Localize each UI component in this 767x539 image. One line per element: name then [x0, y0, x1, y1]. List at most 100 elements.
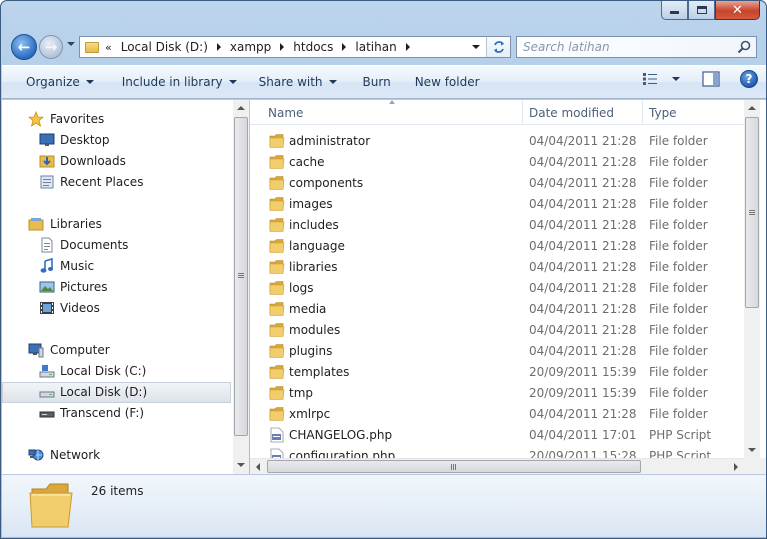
column-type[interactable]: Type: [643, 100, 744, 125]
nav-item-label: Music: [60, 259, 95, 273]
breadcrumb-arrow-icon[interactable]: [342, 43, 347, 51]
maximize-icon: [696, 6, 707, 14]
maximize-button[interactable]: [688, 1, 715, 20]
minimize-button[interactable]: [661, 1, 688, 20]
search-box[interactable]: [516, 36, 757, 58]
minimize-icon: [670, 11, 679, 14]
help-icon[interactable]: ?: [740, 70, 758, 88]
new-folder-button[interactable]: New folder: [405, 69, 490, 95]
grip-icon: [451, 464, 452, 470]
php-file-icon: [270, 427, 284, 443]
column-name[interactable]: Name: [262, 100, 523, 125]
file-date-modified: 04/04/2011 21:28: [529, 218, 637, 232]
file-type: File folder: [649, 323, 708, 337]
preview-pane-icon[interactable]: [702, 71, 720, 87]
search-input[interactable]: [523, 40, 733, 54]
refresh-button[interactable]: [486, 37, 510, 57]
scrollbar-thumb[interactable]: [745, 117, 759, 308]
breadcrumb-label: latihan: [355, 40, 397, 54]
file-row[interactable]: templates 20/09/2011 15:39 File folder: [250, 362, 744, 383]
command-bar: Organize Include in library Share with B…: [2, 65, 766, 99]
file-type: File folder: [649, 134, 708, 148]
scroll-right-icon[interactable]: [734, 463, 738, 471]
music-icon: [40, 258, 53, 273]
scroll-up-icon[interactable]: [748, 106, 756, 110]
burn-button[interactable]: Burn: [353, 69, 401, 95]
back-button[interactable]: ←: [11, 34, 37, 60]
caption-buttons: ✕: [661, 1, 760, 21]
nav-item-downloads[interactable]: Downloads: [2, 151, 231, 172]
nav-item-local-disk-d[interactable]: Local Disk (D:): [2, 382, 231, 403]
column-date-modified[interactable]: Date modified: [523, 100, 643, 125]
overflow-chevron[interactable]: «: [105, 41, 112, 54]
scroll-down-icon[interactable]: [748, 448, 756, 452]
scroll-up-icon[interactable]: [237, 106, 245, 110]
breadcrumb-item[interactable]: htdocs: [293, 40, 347, 54]
file-type: File folder: [649, 365, 708, 379]
nav-item-music[interactable]: Music: [2, 256, 231, 277]
close-button[interactable]: ✕: [715, 1, 760, 20]
scroll-left-icon[interactable]: [256, 463, 260, 471]
nav-item-desktop[interactable]: Desktop: [2, 130, 231, 151]
organize-menu[interactable]: Organize: [16, 69, 104, 95]
nav-computer[interactable]: Computer: [2, 340, 231, 361]
file-type: File folder: [649, 386, 708, 400]
file-row[interactable]: media 04/04/2011 21:28 File folder: [250, 299, 744, 320]
file-type: File folder: [649, 407, 708, 421]
file-row[interactable]: libraries 04/04/2011 21:28 File folder: [250, 257, 744, 278]
file-row[interactable]: language 04/04/2011 21:28 File folder: [250, 236, 744, 257]
file-list-scrollbar[interactable]: [744, 100, 760, 458]
navigation-scrollbar[interactable]: [233, 100, 249, 474]
nav-item-recent-places[interactable]: Recent Places: [2, 172, 231, 193]
file-row[interactable]: logs 04/04/2011 21:28 File folder: [250, 278, 744, 299]
nav-item-local-disk-c[interactable]: Local Disk (C:): [2, 361, 231, 382]
breadcrumb-arrow-icon[interactable]: [280, 43, 285, 51]
horizontal-scrollbar[interactable]: [250, 458, 744, 474]
breadcrumb-arrow-icon[interactable]: [216, 43, 221, 51]
file-date-modified: 04/04/2011 21:28: [529, 197, 637, 211]
breadcrumb-item[interactable]: Local Disk (D:): [121, 40, 221, 54]
file-row[interactable]: plugins 04/04/2011 21:28 File folder: [250, 341, 744, 362]
share-with-menu[interactable]: Share with: [249, 69, 347, 95]
arrow-left-icon: ←: [17, 37, 31, 56]
change-view-button[interactable]: [642, 72, 680, 86]
arrow-right-icon: →: [44, 37, 58, 56]
file-row[interactable]: cache 04/04/2011 21:28 File folder: [250, 152, 744, 173]
breadcrumb-item[interactable]: xampp: [230, 40, 285, 54]
close-icon: ✕: [732, 2, 743, 18]
file-row[interactable]: components 04/04/2011 21:28 File folder: [250, 173, 744, 194]
scrollbar-thumb[interactable]: [234, 117, 248, 436]
file-name: components: [289, 176, 364, 190]
scroll-down-icon[interactable]: [237, 463, 245, 467]
nav-item-transcend-f[interactable]: Transcend (F:): [2, 403, 231, 424]
nav-item-pictures[interactable]: Pictures: [2, 277, 231, 298]
navigation-bar: ← → « Local Disk (D:) xampp htdocs latih…: [1, 29, 766, 63]
recent-pages-dropdown[interactable]: [67, 42, 75, 46]
file-row[interactable]: administrator 04/04/2011 21:28 File folder: [250, 131, 744, 152]
file-row[interactable]: tmp 20/09/2011 15:39 File folder: [250, 383, 744, 404]
nav-item-videos[interactable]: Videos: [2, 298, 231, 319]
nav-libraries[interactable]: Libraries: [2, 214, 231, 235]
include-in-library-menu[interactable]: Include in library: [112, 69, 247, 95]
file-row[interactable]: includes 04/04/2011 21:28 File folder: [250, 215, 744, 236]
scrollbar-thumb[interactable]: [267, 460, 641, 473]
forward-button[interactable]: →: [39, 35, 63, 59]
file-row[interactable]: xmlrpc 04/04/2011 21:28 File folder: [250, 404, 744, 425]
address-history-dropdown[interactable]: [472, 45, 480, 49]
file-row[interactable]: modules 04/04/2011 21:28 File folder: [250, 320, 744, 341]
file-row[interactable]: images 04/04/2011 21:28 File folder: [250, 194, 744, 215]
grip-icon: [749, 210, 755, 211]
nav-favorites[interactable]: Favorites: [2, 109, 231, 130]
file-type: File folder: [649, 155, 708, 169]
address-bar[interactable]: « Local Disk (D:) xampp htdocs latihan: [79, 36, 511, 58]
folder-icon: [269, 134, 285, 148]
breadcrumb-arrow-icon[interactable]: [405, 43, 410, 51]
nav-item-documents[interactable]: Documents: [2, 235, 231, 256]
network-icon: [28, 449, 44, 461]
folder-icon: [269, 176, 285, 190]
file-row[interactable]: CHANGELOG.php 04/04/2011 17:01 PHP Script: [250, 425, 744, 446]
breadcrumb-item[interactable]: latihan: [355, 40, 410, 54]
search-icon[interactable]: [737, 40, 751, 54]
nav-network[interactable]: Network: [2, 445, 231, 466]
chevron-down-icon[interactable]: [672, 77, 680, 81]
